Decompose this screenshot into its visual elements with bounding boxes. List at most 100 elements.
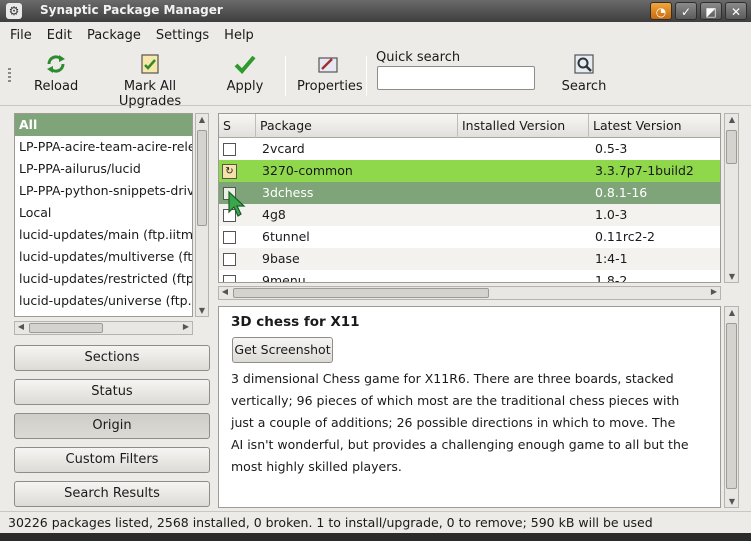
column-header-installed-version[interactable]: Installed Version	[458, 114, 589, 138]
quick-search-input[interactable]	[377, 66, 535, 90]
maximize-icon[interactable]: ◩	[700, 2, 722, 20]
origin-item[interactable]: LP-PPA-python-snippets-drive	[15, 180, 192, 202]
get-screenshot-button[interactable]: Get Screenshot	[232, 337, 333, 363]
title-bar: ⚙ Synaptic Package Manager ◔ ✓ ◩ ✕	[0, 0, 751, 22]
origin-item[interactable]: LP-PPA-ailurus/lucid	[15, 158, 192, 180]
custom-filters-label: Custom Filters	[65, 452, 159, 467]
scroll-right-icon[interactable]: ▶	[180, 322, 192, 331]
column-header-latest-version[interactable]: Latest Version	[589, 114, 720, 138]
table-row[interactable]: 9menu 1.8-2	[219, 270, 720, 283]
menu-bar: File Edit Package Settings Help	[0, 22, 751, 48]
origin-item[interactable]: Local	[15, 202, 192, 224]
reload-icon	[47, 55, 65, 73]
table-row[interactable]: 6tunnel 0.11rc2-2	[219, 226, 720, 248]
scroll-down-icon[interactable]: ▼	[726, 497, 738, 506]
menu-help[interactable]: Help	[224, 28, 254, 43]
latest-version: 1:4-1	[595, 251, 628, 266]
latest-version: 3.3.7p7-1build2	[595, 163, 694, 178]
scroll-left-icon[interactable]: ◀	[15, 322, 27, 331]
installed-version	[460, 270, 589, 282]
properties-icon	[318, 57, 338, 73]
installed-version	[460, 226, 589, 248]
table-row-selected[interactable]: 3dchess 0.8.1-16	[219, 182, 720, 204]
scroll-up-icon[interactable]: ▲	[726, 115, 738, 124]
package-checkbox[interactable]	[223, 253, 236, 266]
install-marked-icon[interactable]: ↻	[222, 164, 237, 179]
table-row[interactable]: 2vcard 0.5-3	[219, 138, 720, 160]
apply-button[interactable]: Apply	[225, 52, 265, 94]
properties-label: Properties	[297, 79, 363, 94]
custom-filters-button[interactable]: Custom Filters	[14, 447, 210, 473]
scroll-down-icon[interactable]: ▼	[726, 272, 738, 281]
scroll-down-icon[interactable]: ▼	[196, 306, 208, 315]
synaptic-window: ⚙ Synaptic Package Manager ◔ ✓ ◩ ✕ File …	[0, 0, 751, 541]
scroll-right-icon[interactable]: ▶	[708, 287, 720, 296]
column-header-package[interactable]: Package	[256, 114, 458, 138]
origin-button[interactable]: Origin	[14, 413, 210, 439]
installed-version	[460, 182, 589, 204]
mark-upgrades-icon	[141, 54, 159, 74]
origin-list-vertical-scrollbar[interactable]: ▲ ▼	[195, 113, 209, 317]
menu-settings[interactable]: Settings	[156, 28, 209, 43]
package-table-horizontal-scrollbar[interactable]: ◀ ▶	[218, 286, 721, 300]
search-button[interactable]: Search	[561, 52, 607, 94]
status-button[interactable]: Status	[14, 379, 210, 405]
origin-item[interactable]: lucid-updates/universe (ftp.iitn	[15, 290, 192, 312]
package-name: 9base	[262, 251, 300, 266]
scrollbar-thumb[interactable]	[726, 323, 737, 489]
origin-item-all[interactable]: All	[15, 114, 192, 136]
search-label: Search	[561, 79, 607, 94]
package-checkbox[interactable]	[223, 231, 236, 244]
latest-version: 0.5-3	[595, 141, 628, 156]
scroll-up-icon[interactable]: ▲	[196, 115, 208, 124]
search-results-label: Search Results	[64, 486, 160, 501]
scroll-left-icon[interactable]: ◀	[219, 287, 231, 296]
package-name: 9menu	[262, 273, 306, 283]
search-results-button[interactable]: Search Results	[14, 481, 210, 507]
package-name: 3dchess	[262, 185, 314, 200]
table-row[interactable]: 9base 1:4-1	[219, 248, 720, 270]
menu-file[interactable]: File	[10, 28, 32, 43]
reload-button[interactable]: Reload	[34, 52, 78, 94]
app-menu-icon[interactable]: ⚙	[6, 3, 22, 19]
window-controls: ◔ ✓ ◩ ✕	[650, 2, 747, 20]
package-name: 6tunnel	[262, 229, 310, 244]
mark-all-upgrades-button[interactable]: Mark All Upgrades	[94, 52, 206, 109]
toolbar-separator	[285, 56, 286, 96]
package-name: 2vcard	[262, 141, 305, 156]
package-checkbox[interactable]	[223, 143, 236, 156]
origin-item[interactable]: lucid-updates/restricted (ftp.iit	[15, 268, 192, 290]
scroll-up-icon[interactable]: ▲	[726, 308, 738, 317]
menu-edit[interactable]: Edit	[47, 28, 72, 43]
package-table: S Package Installed Version Latest Versi…	[218, 113, 721, 283]
origin-item[interactable]: lucid-updates/multiverse (ftp.ii	[15, 246, 192, 268]
installed-version	[460, 204, 589, 226]
sections-button[interactable]: Sections	[14, 345, 210, 371]
column-header-status[interactable]: S	[219, 114, 256, 138]
origin-label: Origin	[92, 418, 132, 433]
installed-version	[460, 138, 589, 160]
package-description-panel: 3D chess for X11 Get Screenshot 3 dimens…	[218, 306, 721, 508]
properties-button[interactable]: Properties	[297, 52, 363, 94]
table-row[interactable]: ↻ 3270-common 3.3.7p7-1build2	[219, 160, 720, 182]
scrollbar-thumb[interactable]	[29, 323, 103, 333]
origin-item[interactable]: LP-PPA-acire-team-acire-relea	[15, 136, 192, 158]
close-icon[interactable]: ✕	[725, 2, 747, 20]
origin-list-horizontal-scrollbar[interactable]: ◀ ▶	[14, 321, 193, 335]
latest-version: 1.8-2	[595, 273, 628, 283]
mouse-pointer-icon	[228, 190, 246, 217]
scrollbar-thumb[interactable]	[197, 130, 207, 226]
minimize-icon[interactable]: ✓	[675, 2, 697, 20]
origin-item[interactable]: lucid-updates/main (ftp.iitm.ac	[15, 224, 192, 246]
menu-package[interactable]: Package	[87, 28, 141, 43]
package-name: 3270-common	[262, 163, 353, 178]
package-checkbox[interactable]	[223, 275, 236, 282]
toolbar-grip[interactable]	[8, 68, 11, 82]
description-vertical-scrollbar[interactable]: ▲ ▼	[724, 306, 739, 508]
rss-icon[interactable]: ◔	[650, 2, 672, 20]
scrollbar-thumb[interactable]	[726, 130, 737, 164]
package-table-vertical-scrollbar[interactable]: ▲ ▼	[724, 113, 739, 283]
scrollbar-thumb[interactable]	[233, 288, 489, 298]
table-row[interactable]: 4g8 1.0-3	[219, 204, 720, 226]
toolbar: Reload Mark All Upgrades Apply Propertie…	[0, 48, 751, 109]
